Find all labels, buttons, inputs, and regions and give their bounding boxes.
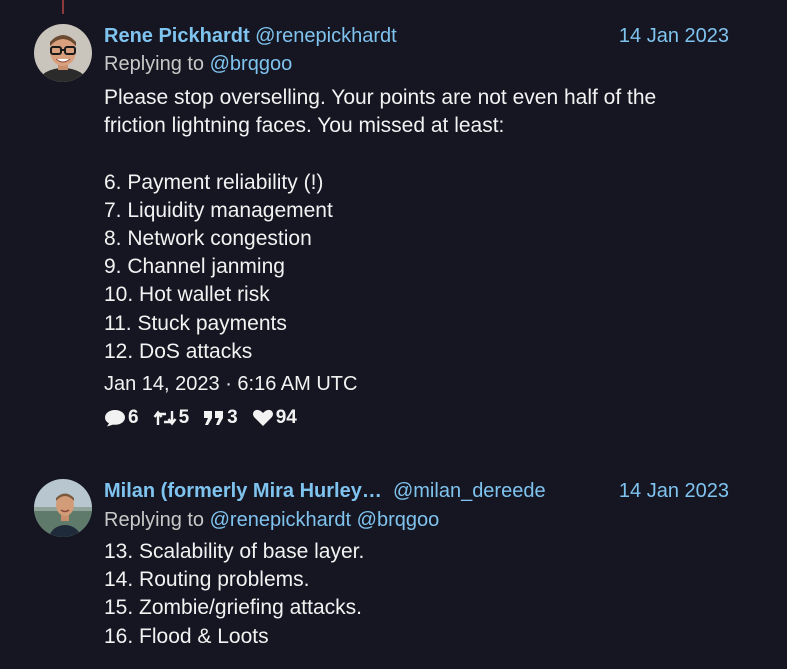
tweet-line: 16. Flood & Loots (104, 624, 269, 648)
tweet-line: 9. Channel janming (104, 255, 285, 279)
line-break (104, 140, 744, 168)
tweet-line: 15. Zombie/griefing attacks. (104, 596, 362, 620)
retweets-count: 5 (178, 407, 190, 428)
tweet-line: 12. DoS attacks (104, 339, 253, 363)
replying-label: Replying to (104, 509, 205, 531)
likes-stat[interactable]: 94 (252, 407, 297, 429)
quotes-stat[interactable]: 3 (203, 407, 238, 429)
reply-mention-link[interactable]: @brqgoo (357, 509, 440, 531)
author-handle[interactable]: @milan_dereede (393, 480, 546, 502)
heart-icon (252, 409, 273, 426)
replies-count: 6 (128, 407, 139, 428)
tweet-date[interactable]: 14 Jan 2023 (619, 479, 729, 503)
retweets-stat[interactable]: 5 (153, 407, 190, 429)
tweet-line: 8. Network congestion (104, 227, 312, 250)
tweet-header: Milan (formerly Mira Hurley… @milan_dere… (104, 479, 729, 503)
quote-icon (204, 411, 224, 425)
tweet-content: 13. Scalability of base layer. 14. Routi… (104, 538, 744, 651)
thread-connector-line (62, 0, 64, 14)
tweet-line: 7. Liquidity management (104, 198, 333, 222)
tweet-header: Rene Pickhardt @renepickhardt 14 Jan 202… (104, 24, 729, 48)
replying-to: Replying to @brqgoo (104, 52, 292, 76)
author-name[interactable]: Milan (formerly Mira Hurley… (104, 480, 382, 502)
tweet-timestamp[interactable]: Jan 14, 2023 · 6:16 AM UTC (104, 372, 357, 396)
tweet-line: friction lightning faces. You missed at … (104, 114, 505, 138)
author-name[interactable]: Rene Pickhardt (104, 25, 250, 47)
tweet-line: 10. Hot wallet risk (104, 283, 270, 307)
author-handle[interactable]: @renepickhardt (255, 25, 396, 47)
tweet-date[interactable]: 14 Jan 2023 (619, 24, 729, 48)
replying-to: Replying to @renepickhardt @brqgoo (104, 508, 439, 532)
avatar[interactable] (34, 24, 92, 82)
tweet-content: Please stop overselling. Your points are… (104, 84, 744, 366)
tweet-line: 6. Payment reliability (!) (104, 170, 324, 194)
avatar[interactable] (34, 479, 92, 537)
reply-mention-link[interactable]: @brqgoo (210, 53, 293, 75)
tweet-line: Please stop overselling. Your points are… (104, 86, 657, 109)
replies-stat[interactable]: 6 (104, 407, 139, 429)
tweet-line: 11. Stuck payments (104, 311, 287, 335)
likes-count: 94 (275, 407, 297, 428)
tweet-line: 14. Routing problems. (104, 568, 310, 592)
comment-icon (105, 410, 125, 427)
reply-mention-link[interactable]: @renepickhardt (210, 509, 351, 531)
retweet-icon (153, 410, 177, 426)
tweet-stats: 6 5 3 94 (104, 407, 297, 429)
replying-label: Replying to (104, 53, 205, 75)
tweet-line: 13. Scalability of base layer. (104, 540, 365, 563)
quotes-count: 3 (227, 407, 238, 428)
